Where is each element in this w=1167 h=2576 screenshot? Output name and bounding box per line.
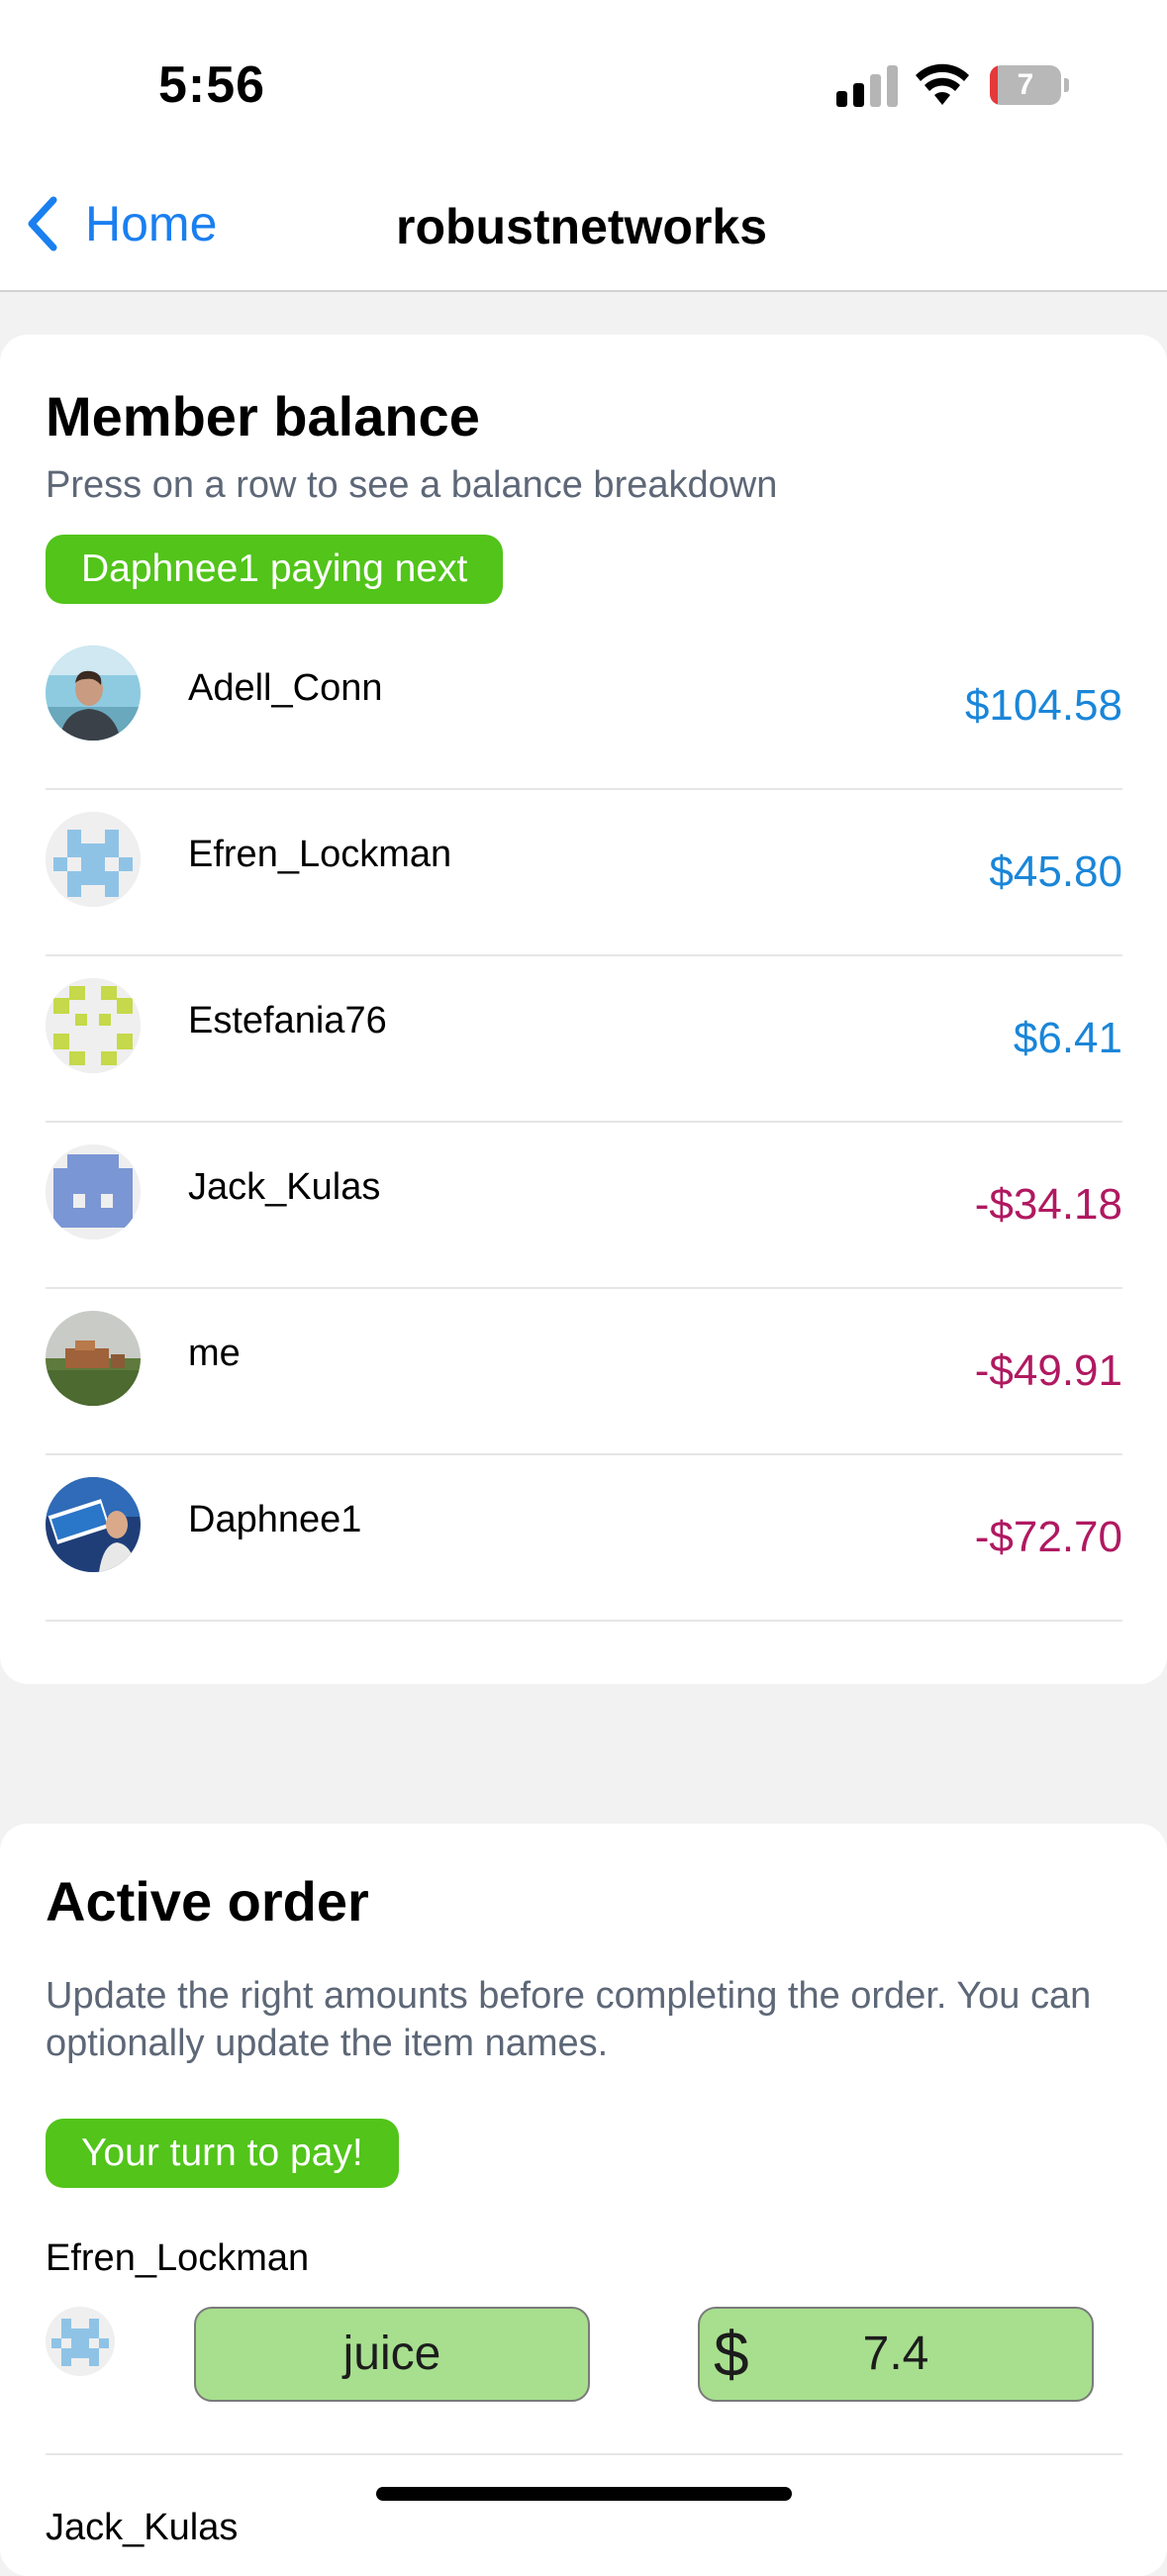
balance-subtitle: Press on a row to see a balance breakdow… <box>46 464 778 506</box>
avatar-efren-lockman-small <box>46 2307 115 2376</box>
avatar-efren-lockman <box>46 812 141 907</box>
battery-level: 7 <box>1017 68 1034 101</box>
avatar-me <box>46 1311 141 1406</box>
avatar-adell-conn <box>46 645 141 741</box>
member-row-me[interactable]: me -$49.91 <box>46 1287 1122 1455</box>
back-button[interactable]: Home <box>24 194 217 253</box>
member-row-estefania76[interactable]: Estefania76 $6.41 <box>46 954 1122 1123</box>
chevron-left-icon <box>28 196 57 251</box>
member-name: Adell_Conn <box>188 667 383 709</box>
turn-to-pay-badge: Your turn to pay! <box>46 2119 399 2188</box>
member-balance-amount: $104.58 <box>964 681 1122 730</box>
avatar-jack-kulas <box>46 1144 141 1239</box>
balance-title: Member balance <box>46 385 480 447</box>
member-row-daphnee1[interactable]: Daphnee1 -$72.70 <box>46 1453 1122 1622</box>
member-name: Estefania76 <box>188 1000 387 1041</box>
member-name: Daphnee1 <box>188 1499 362 1540</box>
order-subtitle: Update the right amounts before completi… <box>46 1975 1092 2064</box>
dollar-sign-icon: $ <box>714 2319 749 2390</box>
member-balance-amount: -$49.91 <box>974 1346 1122 1395</box>
member-name: Efren_Lockman <box>188 834 452 875</box>
member-row-efren-lockman[interactable]: Efren_Lockman $45.80 <box>46 788 1122 956</box>
member-balance-amount: $6.41 <box>1013 1014 1122 1062</box>
member-balance-amount: -$34.18 <box>974 1180 1122 1229</box>
order-title: Active order <box>46 1870 369 1932</box>
home-indicator <box>376 2487 792 2501</box>
entry-divider <box>46 2453 1122 2455</box>
member-balance-card: Member balance Press on a row to see a b… <box>0 335 1167 1684</box>
item-name-input[interactable]: juice <box>194 2307 590 2402</box>
member-name: me <box>188 1333 241 1374</box>
page-title: robustnetworks <box>396 199 768 254</box>
member-balance-amount: -$72.70 <box>974 1513 1122 1561</box>
avatar-estefania76 <box>46 978 141 1073</box>
next-payer-badge: Daphnee1 paying next <box>46 535 504 604</box>
back-label: Home <box>85 196 218 251</box>
member-name: Jack_Kulas <box>188 1166 381 1208</box>
active-order-card: Active order Update the right amounts be… <box>0 1824 1167 2576</box>
member-row-adell-conn[interactable]: Adell_Conn $104.58 <box>46 622 1122 790</box>
avatar-daphnee1 <box>46 1477 141 1572</box>
item-price-input[interactable]: $ 7.4 <box>698 2307 1094 2402</box>
battery-icon: 7 <box>990 65 1069 105</box>
wifi-icon <box>916 63 969 105</box>
order-entry-user: Jack_Kulas <box>46 2507 239 2548</box>
order-entry-user: Efren_Lockman <box>46 2237 310 2279</box>
status-time: 5:56 <box>158 56 266 114</box>
member-balance-amount: $45.80 <box>989 847 1122 896</box>
top-bar: 5:56 7 Home robustnetworks <box>0 0 1167 292</box>
member-row-jack-kulas[interactable]: Jack_Kulas -$34.18 <box>46 1121 1122 1289</box>
cellular-signal-icon <box>836 63 898 107</box>
item-price-value: 7.4 <box>862 2328 929 2380</box>
